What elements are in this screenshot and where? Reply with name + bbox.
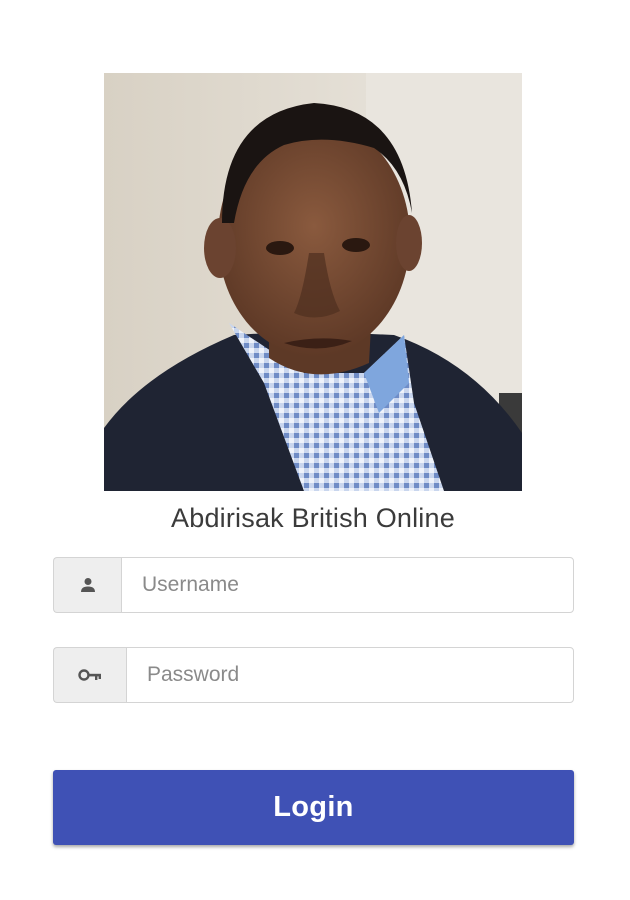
- login-button[interactable]: Login: [53, 770, 574, 845]
- password-input-group: [53, 647, 574, 703]
- user-icon: [53, 557, 121, 613]
- password-input[interactable]: [126, 647, 574, 703]
- username-input-group: [53, 557, 574, 613]
- site-title: Abdirisak British Online: [171, 503, 455, 533]
- username-input[interactable]: [121, 557, 574, 613]
- key-icon: [53, 647, 126, 703]
- login-page: Abdirisak British Online Login: [0, 0, 630, 900]
- profile-photo: [104, 73, 522, 491]
